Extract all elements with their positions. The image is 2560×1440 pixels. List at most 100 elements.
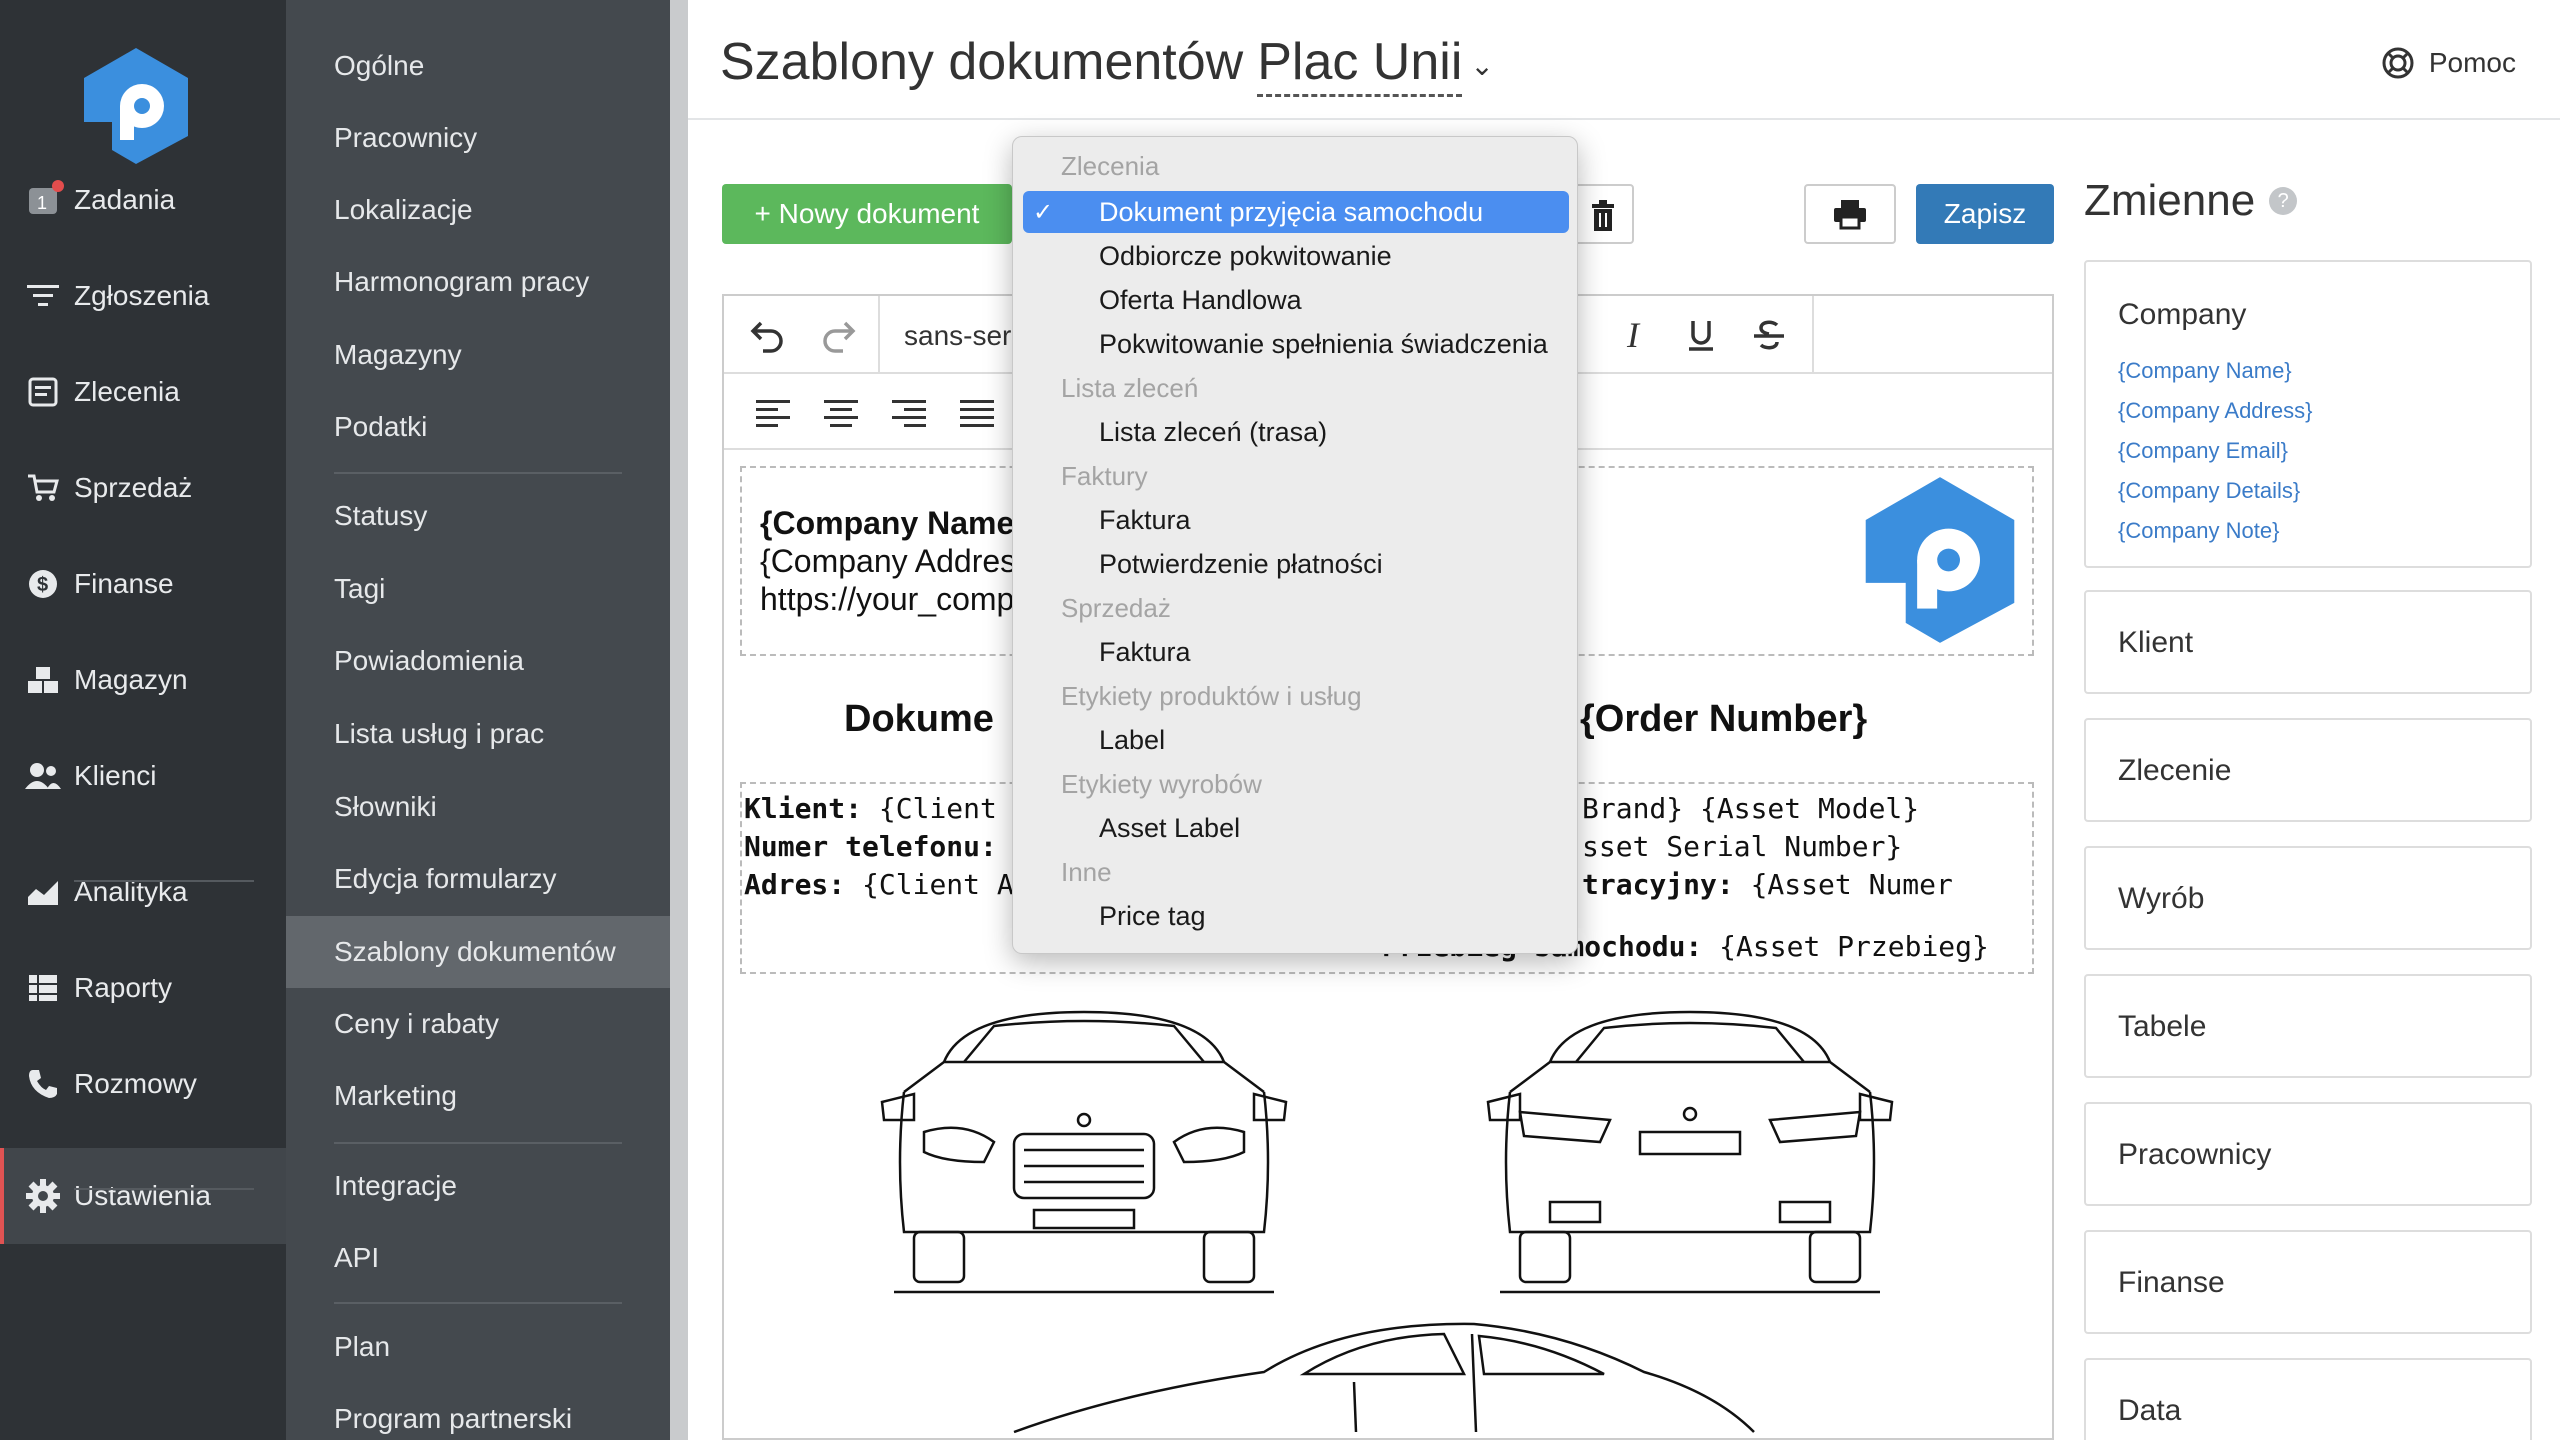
rail-item-rozmowy[interactable]: Rozmowy bbox=[0, 1036, 286, 1132]
help-label: Pomoc bbox=[2428, 47, 2516, 78]
rail-item-zgłoszenia[interactable]: Zgłoszenia bbox=[0, 248, 286, 344]
font-family-select[interactable]: sans-ser bbox=[904, 320, 1011, 352]
svg-text:$: $ bbox=[37, 574, 48, 596]
location-label: Plac Unii bbox=[1257, 33, 1463, 91]
page-title: Szablony dokumentów Plac Unii ⌄ bbox=[720, 32, 1494, 97]
option-faktura-sprzedaz[interactable]: Faktura bbox=[1023, 631, 1569, 673]
variable-company-note[interactable]: {Company Note} bbox=[2118, 518, 2279, 544]
underline-button[interactable] bbox=[1676, 310, 1726, 360]
italic-button[interactable]: I bbox=[1608, 310, 1658, 360]
variables-section-title: Zlecenie bbox=[2118, 754, 2232, 787]
chevron-down-icon[interactable]: ⌄ bbox=[1470, 50, 1493, 81]
new-document-button[interactable]: + Nowy dokument bbox=[722, 184, 1012, 244]
option-oferta-handlowa[interactable]: Oferta Handlowa bbox=[1023, 279, 1569, 321]
rail-item-label: Sprzedaż bbox=[74, 472, 193, 503]
submenu-item[interactable]: Słowniki bbox=[286, 771, 670, 843]
users-icon bbox=[24, 757, 62, 795]
variables-section-card[interactable]: Tabele bbox=[2084, 974, 2532, 1078]
redo-icon[interactable] bbox=[814, 310, 864, 360]
submenu-item[interactable]: Plan bbox=[286, 1311, 670, 1383]
filter-icon bbox=[24, 277, 62, 315]
option-pokwitowanie-swiadczenia[interactable]: Pokwitowanie spełnienia świadczenia bbox=[1023, 323, 1569, 365]
option-label[interactable]: Label bbox=[1023, 719, 1569, 761]
align-left-icon[interactable] bbox=[748, 388, 798, 438]
submenu-item[interactable]: Integracje bbox=[286, 1150, 670, 1222]
rail-item-label: Raporty bbox=[74, 972, 173, 1003]
option-dokument-przyjecia[interactable]: ✓ Dokument przyjęcia samochodu bbox=[1023, 191, 1569, 233]
submenu-item[interactable]: Pracownicy bbox=[286, 102, 670, 174]
rail-item-analityka[interactable]: Analityka bbox=[0, 844, 286, 940]
rail-item-sprzedaż[interactable]: Sprzedaż bbox=[0, 440, 286, 536]
asset-number-line: tracyjny: {Asset Numer bbox=[1582, 868, 1953, 901]
submenu-item[interactable]: Program partnerski bbox=[286, 1383, 670, 1440]
submenu-item[interactable]: Powiadomienia bbox=[286, 625, 670, 697]
phone-icon bbox=[24, 1065, 62, 1103]
rail-item-ustawienia[interactable]: Ustawienia bbox=[0, 1148, 286, 1244]
variables-section-title: Finanse bbox=[2118, 1266, 2225, 1299]
submenu-item[interactable]: Podatki bbox=[286, 391, 670, 463]
car-rear-diagram bbox=[1486, 1010, 1894, 1294]
help-link[interactable]: Pomoc bbox=[2381, 46, 2516, 80]
submenu-scrollbar[interactable] bbox=[670, 0, 688, 1440]
company-url-line: https://your_compa bbox=[760, 581, 1033, 617]
submenu-item[interactable]: Ogólne bbox=[286, 30, 670, 102]
help-question-icon[interactable]: ? bbox=[2269, 187, 2298, 215]
option-asset-label[interactable]: Asset Label bbox=[1023, 807, 1569, 849]
submenu-item[interactable]: Lista usług i prac bbox=[286, 698, 670, 770]
variables-section-card[interactable]: Zlecenie bbox=[2084, 718, 2532, 822]
main-nav: 1 Zadania Zgłoszenia Zlecenia Sprzedaż $ Finan… bbox=[0, 0, 286, 1440]
variable-company-email[interactable]: {Company Email} bbox=[2118, 438, 2288, 464]
submenu-item[interactable]: Harmonogram pracy bbox=[286, 246, 670, 318]
rail-item-magazyn[interactable]: Magazyn bbox=[0, 632, 286, 728]
rail-item-label: Klienci bbox=[74, 760, 157, 791]
submenu-item[interactable]: Lokalizacje bbox=[286, 174, 670, 246]
option-faktura[interactable]: Faktura bbox=[1023, 499, 1569, 541]
notification-dot bbox=[52, 180, 64, 192]
option-potwierdzenie-platnosci[interactable]: Potwierdzenie płatności bbox=[1023, 543, 1569, 585]
submenu-divider bbox=[334, 1302, 622, 1304]
variable-company-address[interactable]: {Company Address} bbox=[2118, 398, 2312, 424]
template-dropdown[interactable]: Zlecenia ✓ Dokument przyjęcia samochodu O… bbox=[1012, 136, 1578, 954]
submenu-item[interactable]: Magazyny bbox=[286, 319, 670, 391]
variable-company-name[interactable]: {Company Name} bbox=[2118, 358, 2292, 384]
strikethrough-button[interactable] bbox=[1744, 310, 1794, 360]
cart-icon bbox=[24, 469, 62, 507]
submenu-item[interactable]: Ceny i rabaty bbox=[286, 988, 670, 1060]
variables-section-card[interactable]: Klient bbox=[2084, 590, 2532, 694]
undo-icon[interactable] bbox=[742, 310, 792, 360]
option-odbiorcze-pokwitowanie[interactable]: Odbiorcze pokwitowanie bbox=[1023, 235, 1569, 277]
rail-item-zadania[interactable]: 1 Zadania bbox=[0, 152, 286, 248]
variable-company-details[interactable]: {Company Details} bbox=[2118, 478, 2300, 504]
variables-section-card[interactable]: Finanse bbox=[2084, 1230, 2532, 1334]
gear-icon bbox=[24, 1177, 62, 1215]
variables-section-card[interactable]: Data bbox=[2084, 1358, 2532, 1440]
submenu-item[interactable]: Tagi bbox=[286, 553, 670, 625]
phone-line: Numer telefonu: { bbox=[744, 830, 1031, 863]
submenu-item[interactable]: Edycja formularzy bbox=[286, 843, 670, 915]
submenu-item[interactable]: Szablony dokumentów bbox=[286, 916, 670, 988]
align-justify-icon[interactable] bbox=[952, 388, 1002, 438]
variables-section-card[interactable]: Pracownicy bbox=[2084, 1102, 2532, 1206]
option-lista-zlecen-trasa[interactable]: Lista zleceń (trasa) bbox=[1023, 411, 1569, 453]
align-center-icon[interactable] bbox=[816, 388, 866, 438]
group-lista-zlecen: Lista zleceń bbox=[1061, 373, 1199, 403]
align-right-icon[interactable] bbox=[884, 388, 934, 438]
option-price-tag[interactable]: Price tag bbox=[1023, 895, 1569, 937]
submenu-item[interactable]: API bbox=[286, 1222, 670, 1294]
variables-company-card: Company {Company Name} {Company Address}… bbox=[2084, 260, 2532, 568]
rail-item-klienci[interactable]: Klienci bbox=[0, 728, 286, 824]
rail-item-finanse[interactable]: $ Finanse bbox=[0, 536, 286, 632]
document-title-left: Dokume bbox=[844, 698, 994, 740]
location-selector[interactable]: Plac Unii bbox=[1257, 32, 1463, 97]
save-button[interactable]: Zapisz bbox=[1916, 184, 2054, 244]
variables-section-title: Data bbox=[2118, 1394, 2182, 1427]
rail-item-raporty[interactable]: Raporty bbox=[0, 940, 286, 1036]
submenu-item[interactable]: Marketing bbox=[286, 1060, 670, 1132]
variables-section-card[interactable]: Wyrób bbox=[2084, 846, 2532, 950]
print-button[interactable] bbox=[1804, 184, 1896, 244]
toolbar-divider bbox=[878, 296, 880, 374]
submenu-item[interactable]: Statusy bbox=[286, 480, 670, 552]
app-logo[interactable] bbox=[80, 46, 192, 166]
company-address-line: {Company Address bbox=[760, 543, 1033, 579]
rail-item-zlecenia[interactable]: Zlecenia bbox=[0, 344, 286, 440]
